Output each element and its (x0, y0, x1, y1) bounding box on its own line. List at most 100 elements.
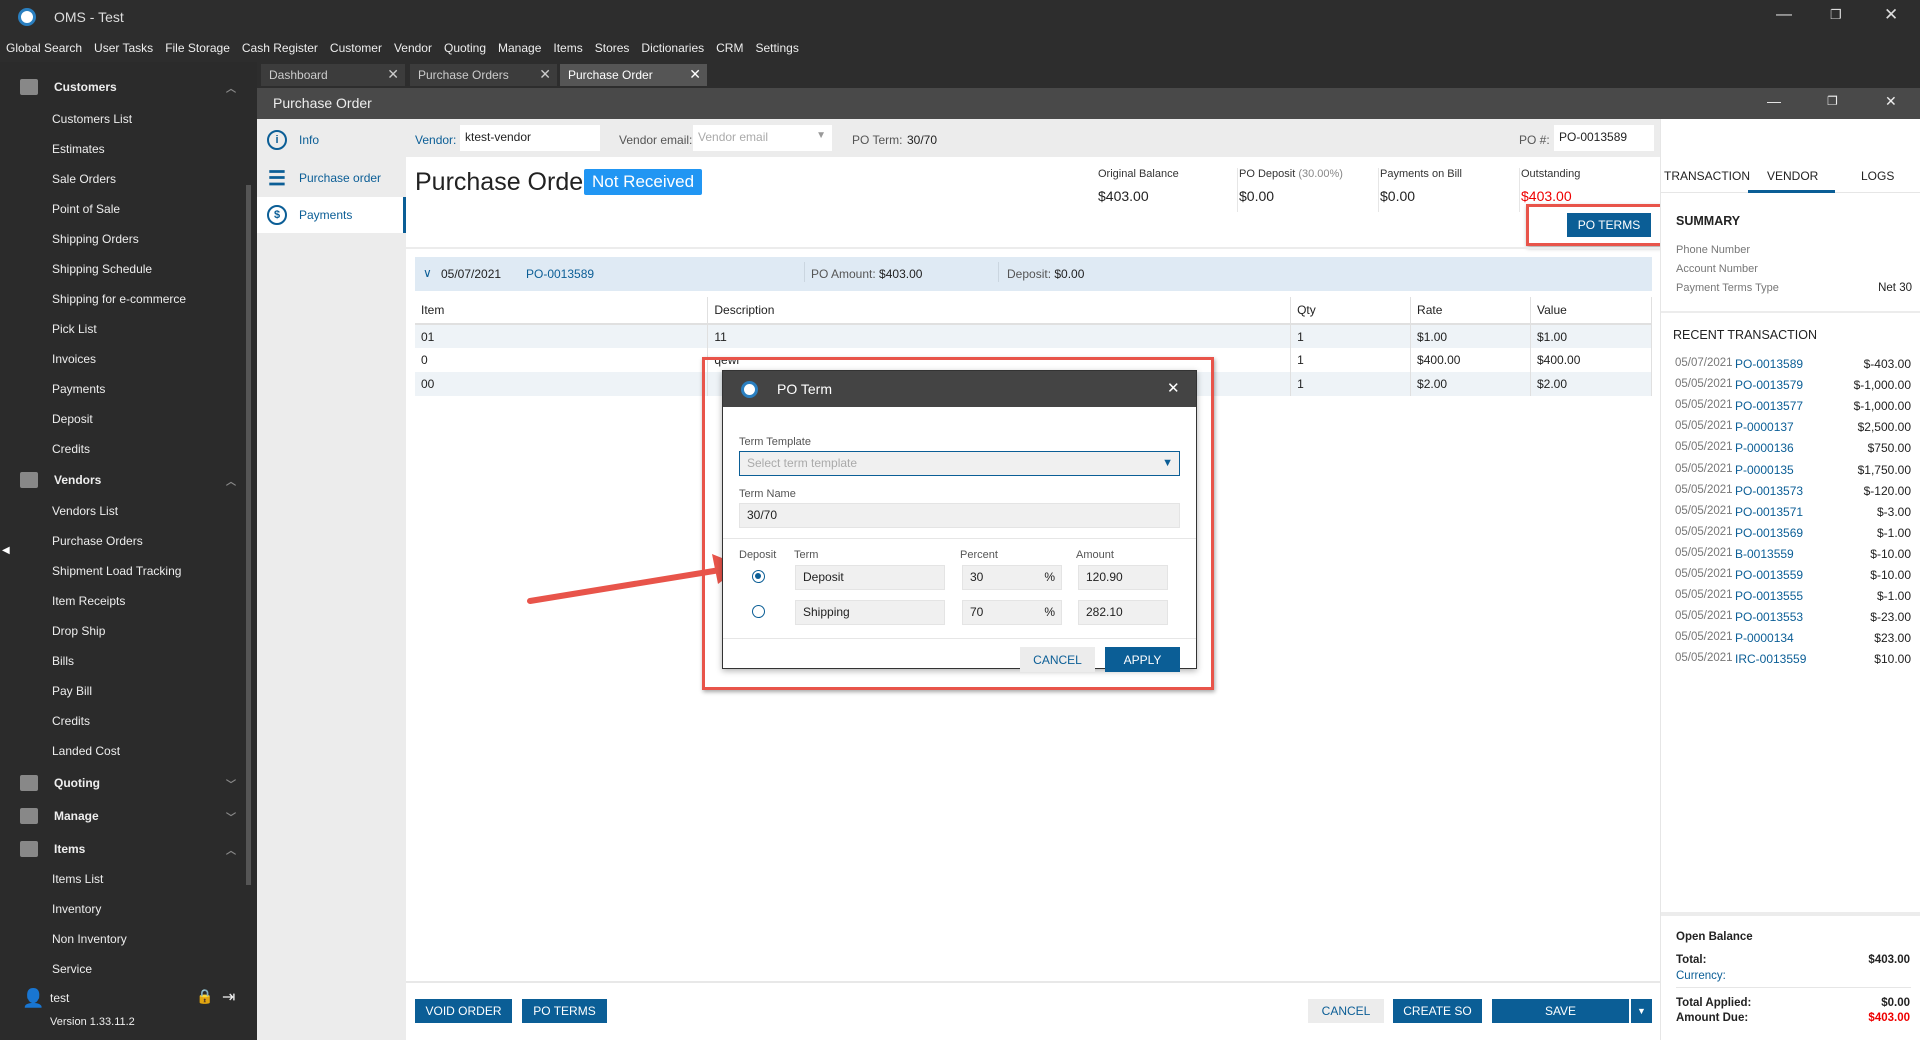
transaction-link[interactable]: PO-0013573 (1735, 484, 1803, 498)
column-header[interactable]: Rate (1410, 297, 1531, 325)
cancel-button[interactable]: CANCEL (1308, 999, 1384, 1023)
menu-settings[interactable]: Settings (755, 41, 798, 55)
transaction-link[interactable]: P-0000137 (1735, 420, 1794, 434)
maximize-button[interactable]: ❐ (1830, 7, 1842, 23)
sidebar-item[interactable]: Bills (52, 654, 74, 668)
term-input[interactable]: Shipping (795, 600, 945, 625)
menu-file-storage[interactable]: File Storage (165, 41, 230, 55)
sidebar-item[interactable]: Vendors List (52, 504, 118, 518)
transaction-link[interactable]: PO-0013577 (1735, 399, 1803, 413)
sidebar-section-items[interactable]: Items ︿ (12, 834, 242, 864)
transaction-link[interactable]: PO-0013553 (1735, 610, 1803, 624)
close-button[interactable]: ✕ (1885, 93, 1897, 110)
sidebar-section-manage[interactable]: Manage ﹀ (12, 801, 242, 831)
transaction-link[interactable]: P-0000135 (1735, 463, 1794, 477)
vendor-email-select[interactable]: Vendor email ▼ (693, 125, 832, 151)
menu-crm[interactable]: CRM (716, 41, 743, 55)
sidebar-item[interactable]: Credits (52, 442, 90, 456)
sidebar-item[interactable]: Shipping Orders (52, 232, 139, 246)
close-button[interactable]: ✕ (1884, 5, 1898, 25)
create-so-button[interactable]: CREATE SO (1393, 999, 1482, 1023)
sidebar-item[interactable]: Invoices (52, 352, 96, 366)
transaction-link[interactable]: PO-0013571 (1735, 505, 1803, 519)
dialog-apply-button[interactable]: APPLY (1105, 647, 1180, 672)
lock-icon[interactable]: 🔒 (196, 988, 213, 1005)
deposit-radio[interactable] (752, 605, 765, 618)
column-header[interactable]: Description (707, 297, 1292, 325)
tab-purchase-order[interactable]: Purchase Order ✕ (560, 64, 707, 86)
sidebar-item[interactable]: Estimates (52, 142, 105, 156)
sidebar-item[interactable]: Service (52, 962, 92, 976)
sidebar-item[interactable]: Shipment Load Tracking (52, 564, 181, 578)
sidebar-section-vendors[interactable]: Vendors ︿ (12, 465, 242, 495)
column-header[interactable]: Item (415, 297, 709, 325)
transaction-link[interactable]: B-0013559 (1735, 547, 1794, 561)
restore-button[interactable]: ❐ (1827, 94, 1838, 108)
close-tab-icon[interactable]: ✕ (689, 66, 701, 83)
tab-purchase-orders[interactable]: Purchase Orders ✕ (410, 64, 557, 86)
tab-vendor[interactable]: VENDOR (1767, 169, 1818, 183)
save-dropdown-icon[interactable]: ▼ (1631, 999, 1652, 1023)
sidebar-item[interactable]: Customers List (52, 112, 132, 126)
sidebar-item[interactable]: Sale Orders (52, 172, 116, 186)
sidebar-section-customers[interactable]: Customers ︿ (12, 72, 242, 102)
close-tab-icon[interactable]: ✕ (539, 66, 551, 83)
menu-dictionaries[interactable]: Dictionaries (641, 41, 704, 55)
percent-input[interactable]: 30% (962, 565, 1062, 590)
po-number-input[interactable]: PO-0013589 (1554, 125, 1654, 151)
sidebar-item[interactable]: Non Inventory (52, 932, 127, 946)
deposit-radio-selected[interactable] (752, 570, 765, 583)
nav-purchase-order[interactable]: ☰ Purchase order (257, 160, 406, 196)
tab-logs[interactable]: LOGS (1861, 169, 1894, 183)
save-button[interactable]: SAVE (1492, 999, 1629, 1023)
menu-manage[interactable]: Manage (498, 41, 541, 55)
sidebar-item[interactable]: Purchase Orders (52, 534, 143, 548)
nav-payments[interactable]: $ Payments (257, 197, 406, 233)
menu-cash-register[interactable]: Cash Register (242, 41, 318, 55)
group-po-link[interactable]: PO-0013589 (526, 267, 594, 281)
sidebar-item[interactable]: Credits (52, 714, 90, 728)
tab-dashboard[interactable]: Dashboard ✕ (261, 64, 405, 86)
nav-info[interactable]: i Info (257, 122, 406, 158)
table-row[interactable]: 01 11 1 $1.00 $1.00 (415, 324, 1652, 348)
sidebar-item[interactable]: Pay Bill (52, 684, 92, 698)
void-order-button[interactable]: VOID ORDER (415, 999, 512, 1023)
amount-input[interactable]: 282.10 (1078, 600, 1168, 625)
transaction-link[interactable]: PO-0013559 (1735, 568, 1803, 582)
sidebar-item[interactable]: Shipping Schedule (52, 262, 152, 276)
menu-global-search[interactable]: Global Search (6, 41, 82, 55)
transaction-link[interactable]: PO-0013579 (1735, 378, 1803, 392)
menu-items[interactable]: Items (553, 41, 582, 55)
sidebar-item[interactable]: Landed Cost (52, 744, 120, 758)
menu-stores[interactable]: Stores (595, 41, 630, 55)
amount-input[interactable]: 120.90 (1078, 565, 1168, 590)
column-header[interactable]: Qty (1290, 297, 1412, 325)
po-terms-button[interactable]: PO TERMS (522, 999, 607, 1023)
po-group-header[interactable]: ∨ 05/07/2021 PO-0013589 PO Amount: $403.… (415, 257, 1652, 291)
tab-transaction[interactable]: TRANSACTION (1664, 169, 1750, 183)
transaction-link[interactable]: P-0000134 (1735, 631, 1794, 645)
term-input[interactable]: Deposit (795, 565, 945, 590)
transaction-link[interactable]: P-0000136 (1735, 441, 1794, 455)
minimize-button[interactable]: — (1776, 6, 1792, 24)
sidebar-item[interactable]: Point of Sale (52, 202, 120, 216)
close-icon[interactable]: ✕ (1167, 379, 1180, 397)
transaction-link[interactable]: PO-0013589 (1735, 357, 1803, 371)
sidebar-item[interactable]: Payments (52, 382, 105, 396)
menu-vendor[interactable]: Vendor (394, 41, 432, 55)
sidebar-item[interactable]: Inventory (52, 902, 101, 916)
sidebar-item[interactable]: Drop Ship (52, 624, 105, 638)
sidebar-item[interactable]: Item Receipts (52, 594, 125, 608)
transaction-link[interactable]: PO-0013569 (1735, 526, 1803, 540)
term-template-select[interactable]: Select term template ▼ (739, 451, 1180, 476)
menu-quoting[interactable]: Quoting (444, 41, 486, 55)
currency-link[interactable]: Currency: (1676, 970, 1726, 982)
sidebar-section-quoting[interactable]: Quoting ﹀ (12, 768, 242, 798)
collapse-sidebar-icon[interactable]: ◀ (2, 545, 10, 556)
close-tab-icon[interactable]: ✕ (387, 66, 399, 83)
transaction-link[interactable]: IRC-0013559 (1735, 652, 1806, 666)
menu-customer[interactable]: Customer (330, 41, 382, 55)
column-header[interactable]: Value (1530, 297, 1652, 325)
vendor-input[interactable]: ktest-vendor (460, 125, 600, 151)
sidebar-item[interactable]: Pick List (52, 322, 97, 336)
